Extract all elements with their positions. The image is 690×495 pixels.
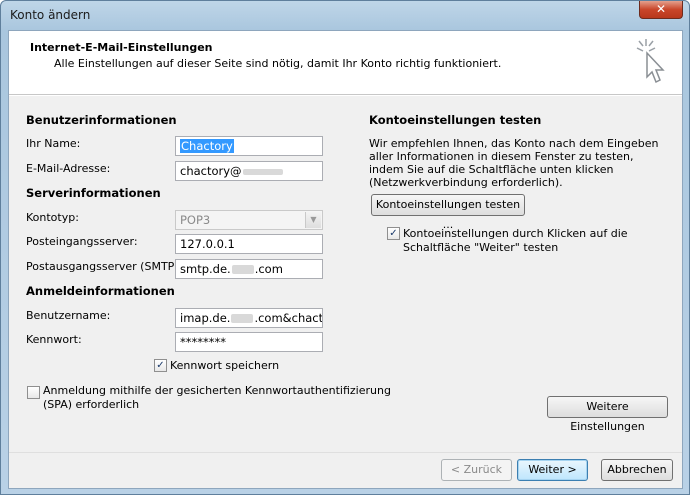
name-label: Ihr Name: [26, 137, 81, 150]
more-settings-button[interactable]: Weitere Einstellungen [547, 396, 668, 433]
auto-test-label-line2: Schaltfläche "Weiter" testen [403, 241, 559, 254]
close-icon: ✕ [655, 2, 667, 16]
remember-password-label: Kennwort speichern [170, 359, 280, 372]
account-type-value: POP3 [180, 213, 211, 227]
login-info-heading: Anmeldeinformationen [26, 284, 175, 298]
user-info-heading: Benutzerinformationen [26, 113, 177, 127]
cursor-click-icon [636, 39, 665, 84]
footer-bar: < Zurück Weiter > Abbrechen [9, 452, 682, 488]
outgoing-server-label: Postausgangsserver (SMTP): [26, 260, 183, 273]
window-title: Konto ändern [10, 8, 91, 22]
password-value: ******** [180, 335, 226, 349]
next-button[interactable]: Weiter > [517, 459, 588, 481]
name-field[interactable]: Chactory [175, 136, 323, 156]
cancel-button[interactable]: Abbrechen [601, 459, 673, 481]
check-icon: ✓ [156, 360, 165, 371]
redacted-mark [231, 314, 254, 323]
password-label: Kennwort: [26, 333, 82, 346]
test-heading: Kontoeinstellungen testen [369, 113, 542, 127]
name-value: Chactory [180, 139, 234, 153]
password-field[interactable]: ******** [175, 332, 323, 352]
auto-test-checkbox[interactable]: ✓ [387, 227, 400, 240]
incoming-server-label: Posteingangsserver: [26, 235, 138, 248]
email-field[interactable]: chactory@ [175, 161, 323, 181]
username-field[interactable]: imap.de. .com&chactory [175, 308, 323, 328]
settings-body: Benutzerinformationen Ihr Name: Chactory… [9, 96, 682, 452]
spa-label-line1: Anmeldung mithilfe der gesicherten Kennw… [43, 384, 391, 397]
test-account-button[interactable]: Kontoeinstellungen testen ... [371, 194, 525, 231]
chevron-down-icon: ▼ [305, 212, 321, 228]
account-type-select[interactable]: POP3 ▼ [175, 210, 323, 230]
username-label: Benutzername: [26, 309, 111, 322]
remember-password-checkbox[interactable]: ✓ [154, 359, 167, 372]
server-info-heading: Serverinformationen [26, 186, 161, 200]
username-suffix: .com&chactory [254, 311, 323, 325]
test-description: Wir empfehlen Ihnen, das Konto nach dem … [369, 137, 659, 189]
email-value: chactory@ [180, 164, 242, 178]
redacted-mark [231, 265, 254, 274]
back-button[interactable]: < Zurück [441, 459, 512, 481]
dialog-client: Internet-E-Mail-Einstellungen Alle Einst… [8, 30, 683, 489]
dialog-window: Konto ändern ✕ Internet-E-Mail-Einstellu… [0, 0, 690, 495]
incoming-server-value: 127.0.0.1 [180, 237, 235, 251]
account-type-label: Kontotyp: [26, 211, 79, 224]
spa-checkbox[interactable] [27, 386, 40, 399]
username-prefix: imap.de. [180, 311, 231, 325]
email-label: E-Mail-Adresse: [26, 162, 111, 175]
page-title: Internet-E-Mail-Einstellungen [30, 41, 213, 54]
outgoing-server-field[interactable]: smtp.de. .com [175, 259, 323, 279]
incoming-server-field[interactable]: 127.0.0.1 [175, 234, 323, 254]
outgoing-server-prefix: smtp.de. [180, 262, 231, 276]
auto-test-label-line1: Kontoeinstellungen durch Klicken auf die [403, 227, 628, 240]
title-bar[interactable]: Konto ändern ✕ [1, 1, 689, 29]
close-button[interactable]: ✕ [639, 1, 683, 19]
spa-label-line2: (SPA) erforderlich [43, 398, 140, 411]
header-panel: Internet-E-Mail-Einstellungen Alle Einst… [9, 31, 682, 95]
outgoing-server-suffix: .com [254, 262, 283, 276]
redacted-mark [242, 168, 283, 175]
check-icon: ✓ [389, 228, 398, 239]
page-subtitle: Alle Einstellungen auf dieser Seite sind… [54, 57, 502, 70]
